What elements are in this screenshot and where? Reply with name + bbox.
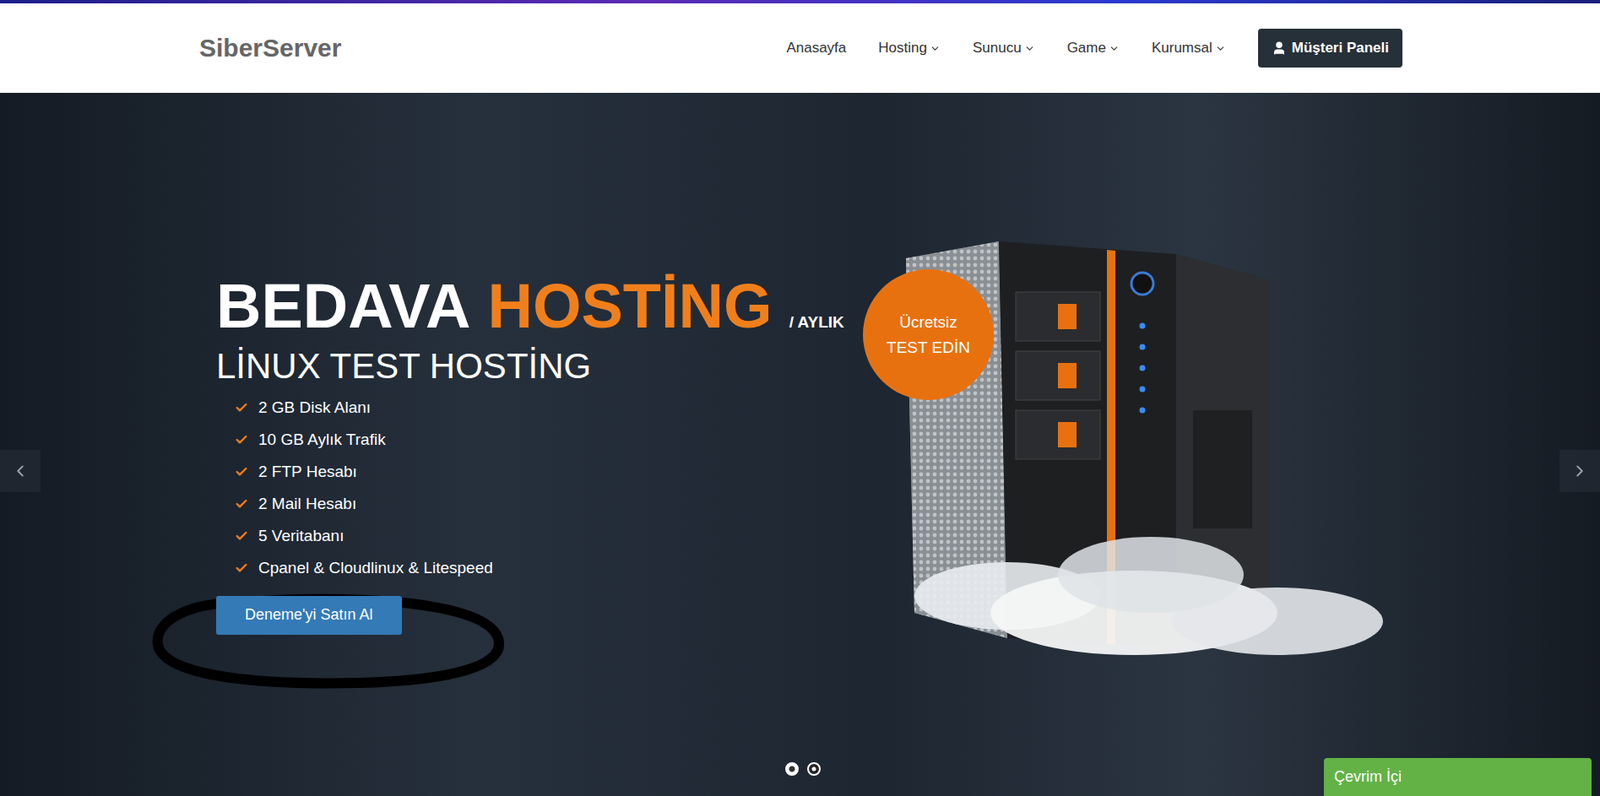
hero-subtitle: LİNUX TEST HOSTİNG [216, 345, 592, 388]
feature-list: 2 GB Disk Alanı10 GB Aylık Trafik2 FTP H… [234, 391, 494, 585]
feature-item: 2 FTP Hesabı [234, 455, 494, 489]
title-white: BEDAVA [216, 271, 472, 341]
slide-dot[interactable] [807, 762, 821, 776]
customer-panel-button[interactable]: Müşteri Paneli [1258, 28, 1403, 68]
check-icon [234, 433, 249, 447]
nav-item[interactable]: Game [1067, 39, 1120, 57]
nav-item[interactable]: Anasayfa [786, 39, 847, 57]
check-icon [234, 497, 249, 511]
feature-item: 10 GB Aylık Trafik [234, 423, 494, 456]
badge-line: TEST EDİN [886, 338, 971, 358]
nav-item[interactable]: Sunucu [972, 39, 1036, 57]
prev-slide-button[interactable] [0, 450, 41, 493]
next-slide-button[interactable] [1559, 450, 1600, 493]
check-icon [234, 465, 249, 479]
nav-item[interactable]: Hosting [878, 39, 941, 57]
hero-illustration: Ücretsiz TEST EDİN [862, 241, 1388, 674]
check-icon [234, 561, 249, 575]
check-icon [234, 401, 249, 415]
logo[interactable]: SiberServer [199, 33, 342, 63]
title-orange: HOSTİNG [488, 271, 773, 341]
check-icon [234, 529, 249, 543]
feature-item: 2 Mail Hesabı [234, 488, 494, 521]
period-label: / AYLIK [789, 313, 845, 332]
hero-slider: BEDAVAHOSTİNG/ AYLIKLİNUX TEST HOSTİNG2 … [0, 92, 1600, 796]
page: SiberServer Anasayfa Hosting Sunucu Game Kuru… [0, 0, 1600, 796]
buy-button-wrap: Deneme'yi Satın Al [216, 596, 402, 635]
chevron-down-icon [1024, 43, 1036, 55]
feature-item: Cpanel & Cloudlinux & Litespeed [234, 552, 494, 585]
main-nav: Anasayfa Hosting Sunucu Game Kurumsal Müşteri… [786, 28, 1403, 68]
slide-dot[interactable] [785, 762, 799, 776]
chevron-down-icon [1214, 43, 1226, 55]
slide-dots [785, 762, 821, 776]
feature-item: 5 Veritabanı [234, 520, 494, 553]
chevron-down-icon [929, 43, 941, 55]
chevron-down-icon [1108, 43, 1120, 55]
header: SiberServer Anasayfa Hosting Sunucu Game Kuru… [0, 3, 1600, 93]
user-icon [1271, 40, 1287, 56]
chevron-right-icon [1570, 461, 1590, 481]
hero-content: BEDAVAHOSTİNG/ AYLIKLİNUX TEST HOSTİNG2 … [216, 241, 863, 796]
live-chat-tab[interactable]: Çevrim İçi [1323, 758, 1592, 796]
badge-line: Ücretsiz [899, 313, 958, 332]
chevron-left-icon [10, 461, 30, 481]
feature-item: 2 GB Disk Alanı [234, 391, 494, 424]
buy-trial-button[interactable]: Deneme'yi Satın Al [216, 596, 402, 635]
nav-item[interactable]: Kurumsal [1151, 39, 1226, 57]
hero-title: BEDAVAHOSTİNG / AYLIK [216, 271, 845, 341]
free-test-badge[interactable]: Ücretsiz TEST EDİN [862, 269, 994, 401]
